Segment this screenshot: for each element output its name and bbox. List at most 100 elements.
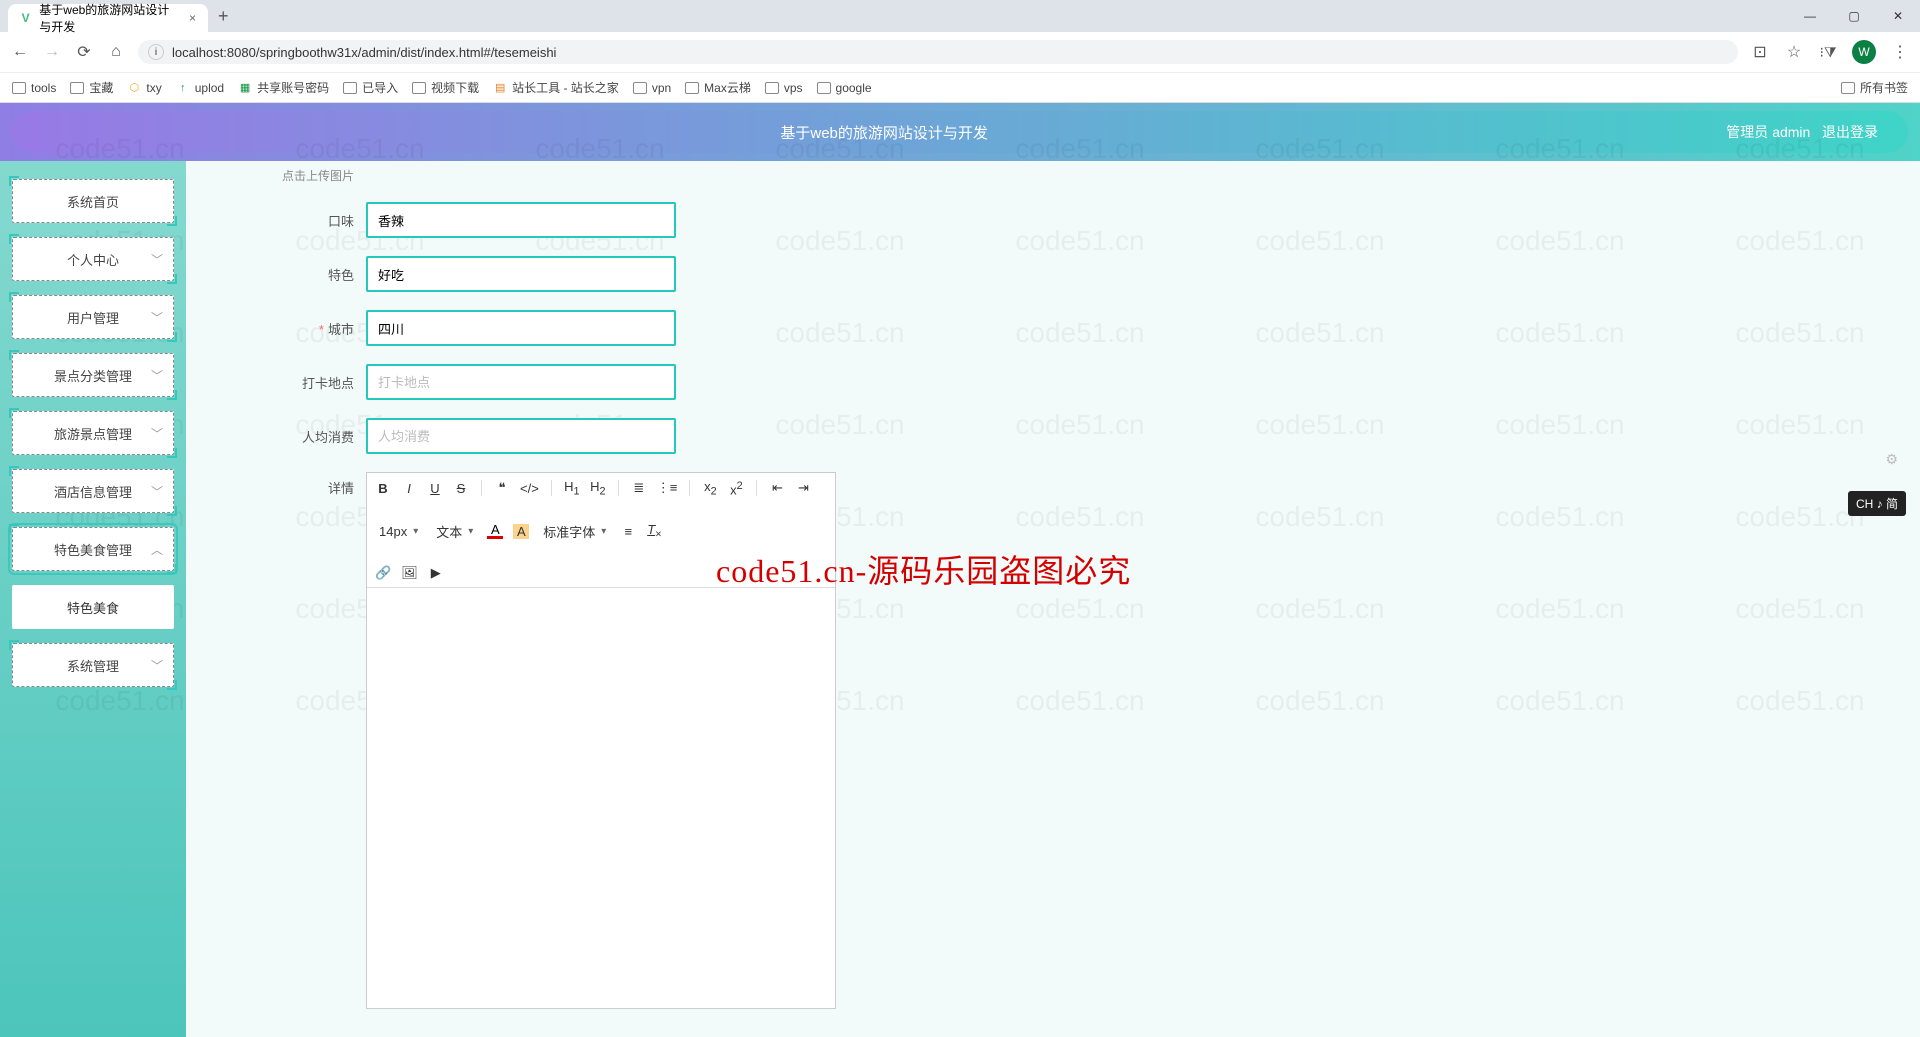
input-city[interactable] [366,310,676,346]
content-area: 点击上传图片 口味 特色 城市 打卡地点 人均消费 [186,161,1920,1037]
chevron-down-icon: ﹀ [151,483,163,500]
sidebar-profile[interactable]: 个人中心﹀ [12,237,174,281]
bookmark-imported[interactable]: 已导入 [343,79,398,96]
site-info-icon[interactable]: i [148,44,164,60]
logout-link[interactable]: 退出登录 [1822,124,1878,140]
unordered-list-button[interactable]: ⋮≡ [657,480,678,496]
folder-icon [765,82,779,94]
form-row-checkin: 打卡地点 [246,364,1880,400]
input-feature[interactable] [366,256,676,292]
bookmark-share-acct[interactable]: ▦共享账号密码 [238,79,329,96]
editor-toolbar: B I U S ❝ </> H1 H2 ≣ ⋮≡ x2 [367,473,835,588]
underline-button[interactable]: U [427,481,443,496]
image-button[interactable]: 🖼 [401,565,418,581]
folder-icon [412,82,426,94]
input-avgcost[interactable] [366,418,676,454]
window-minimize-button[interactable]: — [1788,0,1832,32]
upload-hint: 点击上传图片 [246,167,366,184]
form-row-city: 城市 [246,310,1880,346]
sidebar-system[interactable]: 系统管理﹀ [12,643,174,687]
sidebar-spot-category[interactable]: 景点分类管理﹀ [12,353,174,397]
editor-body[interactable] [367,588,835,1008]
nav-forward-icon[interactable]: → [42,43,62,61]
strike-button[interactable]: S [453,481,469,496]
label-feature: 特色 [246,265,366,284]
quote-button[interactable]: ❝ [494,480,510,496]
video-button[interactable]: ▶ [428,565,444,581]
bookmark-uplod[interactable]: ↑uplod [176,81,224,95]
folder-icon [1841,82,1855,94]
sidebar-users[interactable]: 用户管理﹀ [12,295,174,339]
profile-avatar[interactable]: W [1852,40,1876,64]
chevron-down-icon: ▾ [413,526,418,537]
sidebar-food-sub[interactable]: 特色美食 [12,585,174,629]
italic-button[interactable]: I [401,481,417,496]
nav-back-icon[interactable]: ← [10,43,30,61]
sidebar: 系统首页 个人中心﹀ 用户管理﹀ 景点分类管理﹀ 旅游景点管理﹀ 酒店信息管理﹀… [0,161,186,1037]
bookmark-baozang[interactable]: 宝藏 [70,79,113,96]
chevron-down-icon: ▾ [468,526,473,537]
h2-button[interactable]: H2 [590,479,606,498]
bookmark-google[interactable]: google [817,81,872,95]
bookmark-bar: tools 宝藏 ⬡txy ↑uplod ▦共享账号密码 已导入 视频下载 ▤站… [0,72,1920,102]
extensions-icon[interactable]: ⁝⧩ [1818,44,1838,61]
font-size-select[interactable]: 14px▾ [375,524,422,539]
bookmark-maxyunti[interactable]: Max云梯 [685,79,751,96]
bookmark-vpn[interactable]: vpn [633,81,671,95]
bookmark-txy[interactable]: ⬡txy [127,81,161,95]
align-button[interactable]: ≡ [620,524,636,539]
folder-icon [685,82,699,94]
bg-color-button[interactable]: A [513,524,529,539]
font-family-select[interactable]: 标准字体▾ [539,522,610,541]
ordered-list-button[interactable]: ≣ [631,480,647,496]
window-close-button[interactable]: ✕ [1876,0,1920,32]
topbar-user-area: 管理员 admin 退出登录 [1726,122,1878,142]
outdent-button[interactable]: ⇤ [769,480,785,496]
bookmark-video-dl[interactable]: 视频下载 [412,79,479,96]
folder-icon [70,82,84,94]
subscript-button[interactable]: x2 [702,479,718,498]
grid-icon: ▦ [238,81,252,95]
indent-button[interactable]: ⇥ [795,480,811,496]
label-checkin: 打卡地点 [246,373,366,392]
gear-icon[interactable]: ⚙ [1885,451,1898,468]
bookmark-vps[interactable]: vps [765,81,803,95]
menu-dots-icon[interactable]: ⋮ [1890,42,1910,62]
url-bar[interactable]: i localhost:8080/springboothw31x/admin/d… [138,40,1738,64]
text-color-button[interactable]: A [487,523,503,539]
chevron-down-icon: ﹀ [151,309,163,326]
new-tab-button[interactable]: + [218,6,229,27]
rich-editor: B I U S ❝ </> H1 H2 ≣ ⋮≡ x2 [366,472,836,1009]
bold-button[interactable]: B [375,481,391,496]
nav-reload-icon[interactable]: ⟳ [74,42,94,62]
block-type-select[interactable]: 文本▾ [432,522,477,541]
sidebar-hotel-manage[interactable]: 酒店信息管理﹀ [12,469,174,513]
bookmark-all[interactable]: 所有书签 [1841,79,1908,96]
app-root: code51.cncode51.cncode51.cncode51.cncode… [0,103,1920,1037]
code-button[interactable]: </> [520,481,539,496]
h1-button[interactable]: H1 [564,479,580,498]
browser-chrome: V 基于web的旅游网站设计与开发 × + — ▢ ✕ ← → ⟳ ⌂ i lo… [0,0,1920,103]
clear-format-button[interactable]: T× [646,522,662,541]
tab-close-icon[interactable]: × [189,11,196,25]
bookmark-star-icon[interactable]: ☆ [1784,42,1804,62]
label-taste: 口味 [246,211,366,230]
folder-icon [12,82,26,94]
window-maximize-button[interactable]: ▢ [1832,0,1876,32]
input-checkin[interactable] [366,364,676,400]
form-row-avgcost: 人均消费 [246,418,1880,454]
main-layout: 系统首页 个人中心﹀ 用户管理﹀ 景点分类管理﹀ 旅游景点管理﹀ 酒店信息管理﹀… [0,161,1920,1037]
lens-icon[interactable]: ⊡ [1750,42,1770,62]
superscript-button[interactable]: x2 [728,480,744,497]
bookmark-zhanzhang[interactable]: ▤站长工具 - 站长之家 [493,79,619,96]
input-taste[interactable] [366,202,676,238]
form-row-taste: 口味 [246,202,1880,238]
sidebar-food-manage[interactable]: 特色美食管理︿ [12,527,174,571]
sidebar-home[interactable]: 系统首页 [12,179,174,223]
browser-tab[interactable]: V 基于web的旅游网站设计与开发 × [8,4,208,32]
bookmark-tools[interactable]: tools [12,81,56,95]
link-button[interactable]: 🔗 [375,565,391,581]
folder-icon [633,82,647,94]
sidebar-spot-manage[interactable]: 旅游景点管理﹀ [12,411,174,455]
nav-home-icon[interactable]: ⌂ [106,43,126,61]
